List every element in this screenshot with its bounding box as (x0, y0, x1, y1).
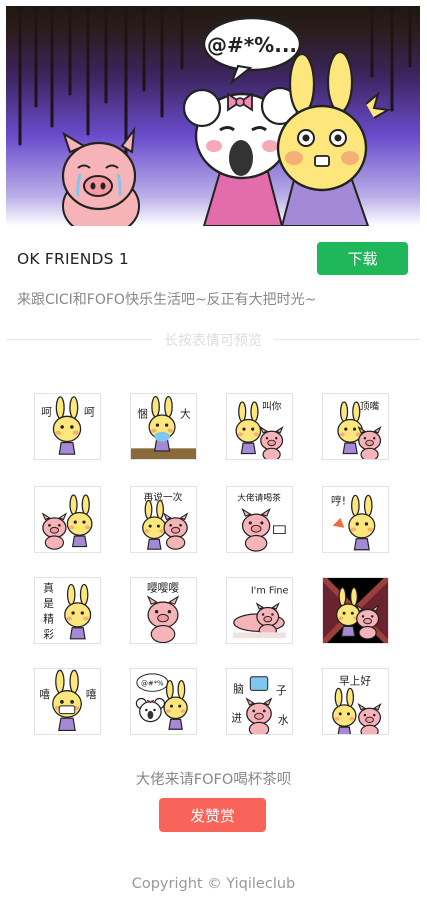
svg-text:水: 水 (278, 713, 289, 726)
svg-text:悃: 悃 (137, 407, 148, 420)
bunny-blowing-kiss-icon: 呵呵 (41, 396, 95, 455)
svg-text:脑: 脑 (233, 682, 244, 695)
pig-water-brain-icon: 脑 子进 水 (231, 676, 289, 734)
bunny-pig-morning-icon: 早上好 (332, 675, 382, 734)
bunny-laughing-sticker[interactable]: 嘻嘻 (34, 668, 101, 735)
pig-bunny-whisper-sticker[interactable] (34, 486, 101, 553)
pack-title: OK FRIENDS 1 (17, 250, 129, 268)
svg-text:嘻: 嘻 (39, 688, 50, 701)
speech-bubble: @#*%... (202, 16, 302, 85)
svg-text:嘤嘤嘤: 嘤嘤嘤 (147, 582, 179, 595)
pig-bunny-whisper-icon (41, 494, 93, 550)
pig-crying-sticker[interactable]: 嘤嘤嘤 (130, 577, 197, 644)
svg-text:嘻: 嘻 (86, 688, 97, 701)
tip-text: 大佬来请FOFO喝杯茶呗 (135, 772, 292, 788)
pig-character (61, 126, 140, 226)
svg-text:早上好: 早上好 (339, 675, 371, 688)
bunny-pig-dark-icon (323, 578, 388, 643)
svg-text:I'm Fine: I'm Fine (251, 586, 289, 597)
pig-im-fine-icon: I'm Fine (232, 586, 289, 639)
pig-tea-icon: 大佬请喝茶 (237, 492, 286, 552)
svg-text:大: 大 (180, 407, 191, 420)
pig-crying-icon: 嘤嘤嘤 (146, 582, 179, 643)
svg-text:再说一次: 再说一次 (144, 491, 183, 504)
svg-text:子: 子 (276, 684, 287, 697)
pig-tea-sticker[interactable]: 大佬请喝茶 (226, 486, 293, 553)
svg-text:哼!: 哼! (331, 494, 346, 507)
bunny-pig-dark-sticker[interactable] (322, 577, 389, 644)
pack-info-row: OK FRIENDS 1 下载 (0, 240, 427, 278)
reward-button[interactable]: 发赞赏 (159, 798, 266, 832)
bunny-pig-calling-icon: 叫你 (235, 400, 284, 459)
bunny-pig-talkback-icon: 顶嘴 (337, 401, 382, 459)
bear-bunny-swearing-icon: @#*% (135, 673, 188, 730)
preview-divider: 长按表情可预览 (6, 329, 420, 349)
bunny-blowing-kiss-sticker[interactable]: 呵呵 (34, 393, 101, 460)
svg-text:真: 真 (43, 582, 54, 595)
pig-im-fine-sticker[interactable]: I'm Fine (226, 577, 293, 644)
svg-text:叫你: 叫你 (262, 400, 282, 413)
svg-text:@#*%...: @#*%... (207, 33, 297, 57)
bear-bunny-swearing-sticker[interactable]: @#*% (130, 668, 197, 735)
bunny-humph-sticker[interactable]: 哼! (322, 486, 389, 553)
copyright-text: Copyright © Yiqileclub (131, 876, 296, 892)
divider-line-right (274, 339, 420, 340)
bunny-awesome-sticker[interactable]: 真是精彩 (34, 577, 101, 644)
bunny-awesome-icon: 真是精彩 (43, 582, 92, 641)
svg-text:顶嘴: 顶嘴 (360, 401, 380, 413)
bunny-pig-talkback-sticker[interactable]: 顶嘴 (322, 393, 389, 460)
svg-text:是: 是 (43, 597, 54, 610)
svg-text:进: 进 (231, 711, 242, 724)
bunny-pig-say-again-sticker[interactable]: 再说一次 (130, 486, 197, 553)
preview-hint: 长按表情可预览 (164, 333, 262, 349)
svg-text:大佬请喝茶: 大佬请喝茶 (237, 492, 281, 504)
svg-text:呵: 呵 (41, 405, 52, 418)
sticker-pack-banner: @#*%... (6, 6, 420, 226)
svg-text:呵: 呵 (84, 405, 95, 418)
svg-text:@#*%: @#*% (141, 679, 164, 687)
bunny-pig-say-again-icon: 再说一次 (142, 491, 189, 550)
pack-description: 来跟CICI和FOFO快乐生活吧~反正有大把时光~ (17, 292, 317, 308)
bunny-character (276, 50, 392, 226)
banner-illustration: @#*%... (18, 6, 412, 226)
bunny-humph-icon: 哼! (331, 494, 376, 551)
bunny-pig-calling-sticker[interactable]: 叫你 (226, 393, 293, 460)
bunny-pig-morning-sticker[interactable]: 早上好 (322, 668, 389, 735)
bunny-laughing-icon: 嘻嘻 (39, 669, 97, 731)
svg-text:精: 精 (43, 613, 54, 626)
pig-water-brain-sticker[interactable]: 脑 子进 水 (226, 668, 293, 735)
download-button[interactable]: 下载 (317, 242, 408, 275)
bunny-crying-tv-icon: 悃大 (131, 395, 196, 459)
bunny-crying-tv-sticker[interactable]: 悃大 (130, 393, 197, 460)
svg-text:彩: 彩 (43, 628, 54, 641)
